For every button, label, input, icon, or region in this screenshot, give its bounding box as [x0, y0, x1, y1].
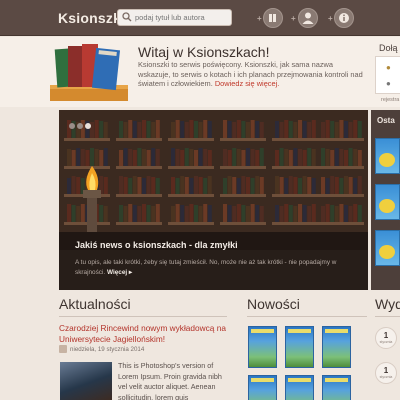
calendar-icon — [59, 345, 67, 353]
slider-dot[interactable] — [69, 123, 75, 129]
slider-dot[interactable] — [77, 123, 83, 129]
book-cover[interactable] — [375, 230, 400, 266]
learn-more-link[interactable]: Dowiedz się więcej. — [215, 79, 280, 88]
plus-icon: + — [328, 14, 333, 23]
event-date-badge[interactable]: 1 stycznia — [375, 362, 397, 384]
hero-more-link[interactable]: Więcej ▸ — [107, 269, 132, 276]
slider-dots[interactable] — [69, 116, 93, 134]
book-cover[interactable] — [248, 326, 277, 368]
section-divider — [59, 316, 227, 317]
site-logo[interactable]: Ksionszki — [58, 10, 125, 26]
book-cover[interactable] — [322, 326, 351, 368]
news-body: This is Photoshop's version of Lorem Ips… — [118, 361, 222, 400]
book-cover[interactable] — [322, 375, 351, 400]
plus-icon: + — [291, 14, 296, 23]
search-box[interactable] — [117, 9, 232, 26]
search-icon — [122, 12, 133, 23]
events-section-title: Wyd — [375, 296, 400, 312]
lock-icon: ● — [386, 63, 391, 72]
event-date-badge[interactable]: 1 stycznia — [375, 327, 397, 349]
books-icon[interactable] — [263, 8, 283, 28]
section-divider — [375, 316, 400, 317]
book-cover[interactable] — [248, 375, 277, 400]
event-month: stycznia — [379, 375, 393, 379]
event-day: 1 — [383, 331, 389, 340]
key-icon: ● — [386, 79, 391, 88]
login-box[interactable]: ● ● — [375, 56, 400, 94]
news-headline[interactable]: Czarodziej Rincewind nowym wykładowcą na… — [59, 323, 229, 345]
hero-title[interactable]: Jakiś news o ksionszkach - dla zmyłki — [75, 240, 238, 250]
plus-icon: + — [257, 14, 262, 23]
books-illustration — [48, 41, 130, 110]
section-divider — [247, 316, 367, 317]
latest-title: Osta — [377, 116, 395, 125]
event-day: 1 — [383, 366, 389, 375]
welcome-title: Witaj w Ksionszkach! — [138, 44, 270, 60]
book-cover[interactable] — [375, 138, 400, 174]
welcome-text: Ksionszki to serwis poświęcony. Ksionszk… — [138, 60, 366, 89]
news-thumbnail[interactable] — [60, 362, 112, 400]
new-books-section-title: Nowości — [247, 296, 300, 312]
sidebar-join-title: Dołą — [379, 43, 398, 53]
book-cover[interactable] — [375, 184, 400, 220]
news-date: niedziela, 19 stycznia 2014 — [70, 346, 145, 353]
news-section-title: Aktualności — [59, 296, 131, 312]
book-cover[interactable] — [285, 326, 314, 368]
search-input[interactable] — [135, 11, 229, 24]
book-cover[interactable] — [285, 375, 314, 400]
slider-dot[interactable] — [85, 123, 91, 129]
info-icon[interactable] — [334, 8, 354, 28]
event-month: stycznia — [379, 340, 393, 344]
hero-text: A tu opis, ale taki krótki, żeby się tut… — [75, 258, 360, 278]
user-icon[interactable] — [298, 8, 318, 28]
register-link[interactable]: rejestra — [381, 97, 399, 103]
